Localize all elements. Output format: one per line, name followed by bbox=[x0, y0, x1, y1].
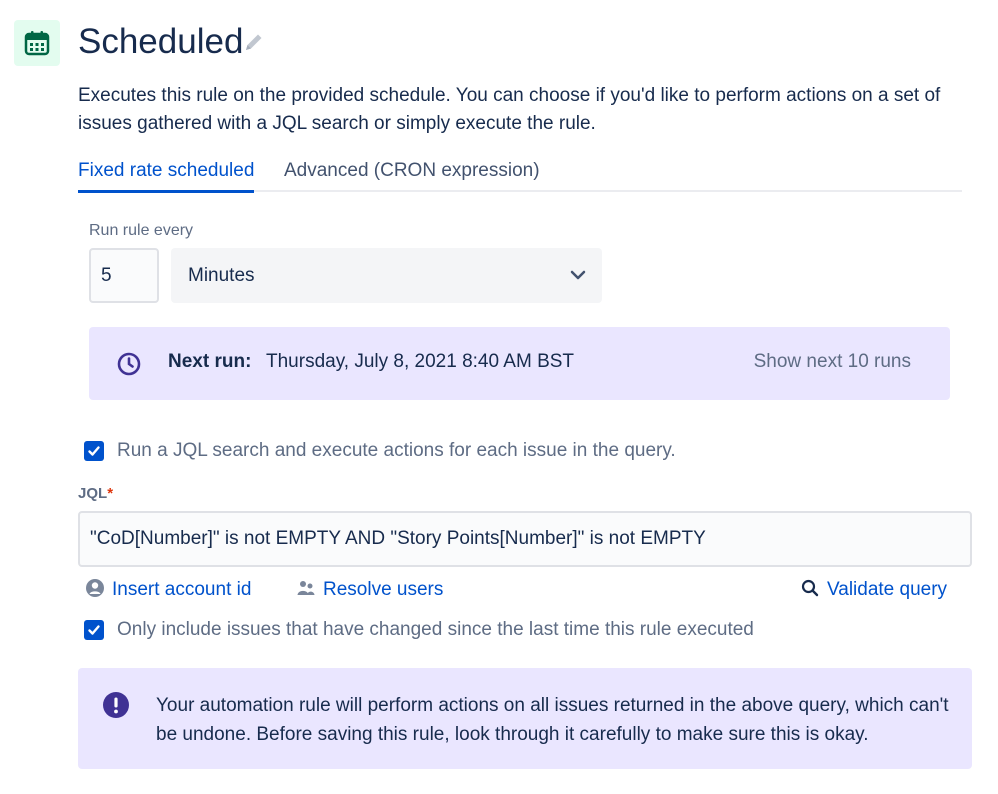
calendar-icon bbox=[14, 20, 60, 66]
resolve-users-link[interactable]: Resolve users bbox=[323, 579, 443, 601]
user-icon bbox=[86, 579, 104, 597]
run-rule-label: Run rule every bbox=[89, 222, 194, 239]
people-icon bbox=[297, 581, 315, 595]
interval-input[interactable]: 5 bbox=[89, 248, 159, 303]
jql-search-checkbox-label[interactable]: Run a JQL search and execute actions for… bbox=[117, 440, 676, 462]
next-run-label: Next run: bbox=[168, 351, 252, 372]
jql-search-checkbox[interactable] bbox=[84, 441, 104, 461]
exclamation-icon bbox=[103, 692, 129, 718]
schedule-tabs: Fixed rate scheduled Advanced (CRON expr… bbox=[78, 156, 962, 193]
jql-input[interactable]: "CoD[Number]" is not EMPTY AND "Story Po… bbox=[78, 511, 972, 567]
check-icon bbox=[88, 446, 100, 456]
clock-icon bbox=[117, 352, 141, 376]
pencil-icon[interactable] bbox=[243, 31, 265, 53]
validate-query-link[interactable]: Validate query bbox=[827, 579, 947, 601]
warning-text: Your automation rule will perform action… bbox=[156, 695, 949, 745]
next-run-panel: Next run: Thursday, July 8, 2021 8:40 AM… bbox=[89, 327, 950, 400]
search-icon bbox=[801, 579, 819, 597]
chevron-down-icon bbox=[570, 270, 586, 280]
insert-account-id-link[interactable]: Insert account id bbox=[112, 579, 251, 601]
check-icon bbox=[88, 625, 100, 635]
unit-select[interactable]: Minutes bbox=[171, 248, 602, 303]
required-marker: * bbox=[107, 485, 114, 502]
unit-select-value: Minutes bbox=[188, 265, 255, 286]
page-title: Scheduled bbox=[78, 22, 244, 61]
tab-advanced-cron[interactable]: Advanced (CRON expression) bbox=[284, 158, 540, 190]
tab-fixed-rate[interactable]: Fixed rate scheduled bbox=[78, 158, 255, 193]
only-changed-checkbox-label[interactable]: Only include issues that have changed si… bbox=[117, 619, 754, 641]
next-run-value: Thursday, July 8, 2021 8:40 AM BST bbox=[266, 351, 575, 372]
warning-message: Your automation rule will perform action… bbox=[78, 668, 972, 769]
only-changed-checkbox[interactable] bbox=[84, 620, 104, 640]
jql-field-label: JQL* bbox=[78, 485, 114, 502]
trigger-description: Executes this rule on the provided sched… bbox=[78, 85, 941, 134]
show-next-runs-button[interactable]: Show next 10 runs bbox=[754, 351, 911, 373]
